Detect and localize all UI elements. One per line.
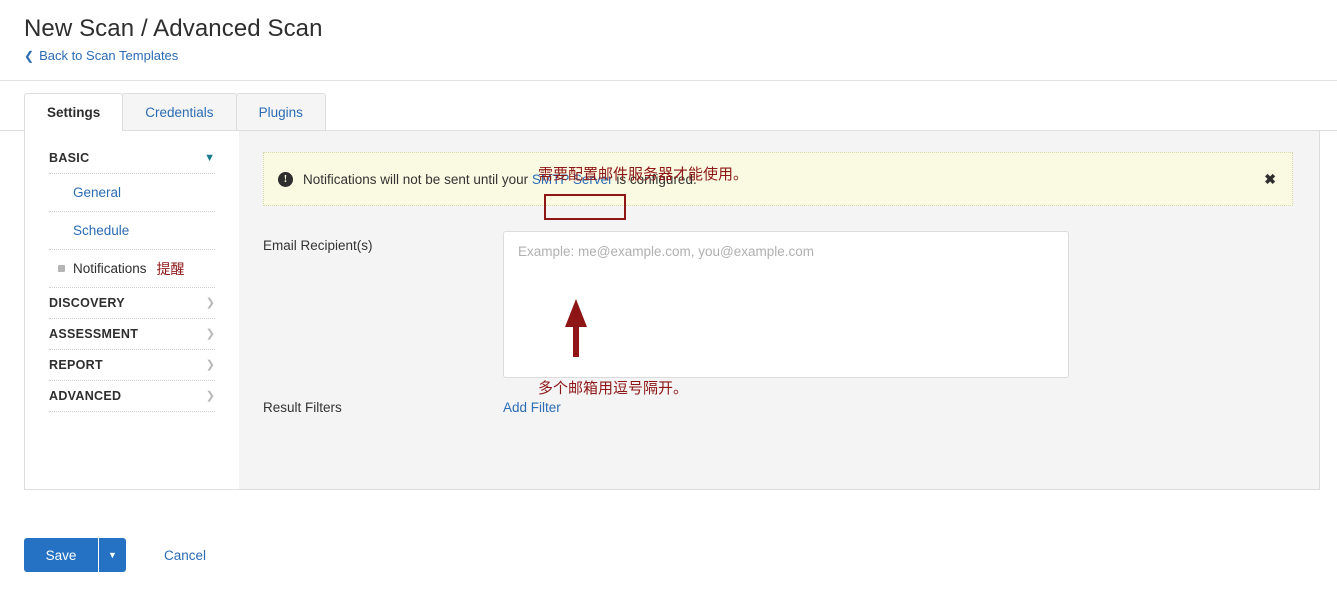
tab-credentials[interactable]: Credentials — [122, 93, 237, 131]
sidebar-group-report-label: REPORT — [49, 358, 103, 372]
page-header: New Scan / Advanced Scan ❮ Back to Scan … — [0, 0, 1337, 63]
sidebar-group-discovery-label: DISCOVERY — [49, 296, 125, 310]
sidebar-item-notifications[interactable]: Notifications 提醒 — [49, 250, 215, 287]
caret-down-icon: ▼ — [108, 550, 117, 560]
sidebar-group-advanced-label: ADVANCED — [49, 389, 122, 403]
tab-bar: Settings Credentials Plugins — [24, 93, 326, 131]
chevron-down-icon: ▼ — [204, 151, 215, 164]
exclamation-circle-icon: ! — [278, 171, 293, 187]
result-filters-label: Result Filters — [263, 400, 342, 415]
annotation-email-note: 多个邮箱用逗号隔开。 — [538, 379, 689, 397]
chevron-right-icon: ❯ — [205, 327, 215, 340]
sidebar-item-general[interactable]: General — [49, 174, 215, 211]
annotation-smtp-note: 需要配置邮件服务器才能使用。 — [538, 165, 749, 183]
up-arrow-icon — [565, 299, 587, 357]
sidebar-group-basic-label: BASIC — [49, 151, 90, 165]
back-link-label: Back to Scan Templates — [39, 48, 179, 63]
sidebar-item-schedule[interactable]: Schedule — [49, 212, 215, 249]
header-divider — [0, 80, 1337, 81]
close-icon[interactable]: ✖ — [1264, 172, 1276, 186]
settings-panel: BASIC ▼ General Schedule Notifications 提… — [24, 131, 1320, 490]
chevron-right-icon: ❯ — [205, 296, 215, 309]
smtp-notice-banner: ! Notifications will not be sent until y… — [263, 152, 1293, 206]
sidebar-group-assessment-label: ASSESSMENT — [49, 327, 139, 341]
notifications-settings-content: ! Notifications will not be sent until y… — [239, 131, 1319, 489]
save-button[interactable]: Save — [24, 538, 98, 572]
back-to-scan-templates-link[interactable]: ❮ Back to Scan Templates — [24, 48, 178, 63]
sidebar-group-advanced[interactable]: ADVANCED ❯ — [49, 381, 215, 411]
chevron-right-icon: ❯ — [205, 389, 215, 402]
email-recipients-placeholder: Example: me@example.com, you@example.com — [518, 244, 815, 259]
sidebar-group-basic[interactable]: BASIC ▼ — [49, 143, 215, 173]
sidebar-item-schedule-label: Schedule — [73, 223, 130, 238]
result-filters-row: Result Filters Add Filter — [263, 400, 1293, 415]
add-filter-link[interactable]: Add Filter — [503, 400, 561, 415]
sidebar-item-notifications-label: Notifications — [73, 261, 147, 276]
sidebar-group-discovery[interactable]: DISCOVERY ❯ — [49, 288, 215, 318]
email-recipients-row: Email Recipient(s) Example: me@example.c… — [263, 231, 1293, 378]
form-actions: Save ▼ Cancel — [24, 538, 206, 572]
bullet-icon — [58, 265, 65, 272]
cancel-button[interactable]: Cancel — [164, 548, 206, 563]
sidebar-group-assessment[interactable]: ASSESSMENT ❯ — [49, 319, 215, 349]
tab-plugins[interactable]: Plugins — [235, 93, 326, 131]
settings-sidebar: BASIC ▼ General Schedule Notifications 提… — [25, 131, 239, 489]
chevron-left-icon: ❮ — [24, 48, 35, 63]
sidebar-divider — [49, 411, 215, 412]
annotation-notifications: 提醒 — [156, 261, 185, 278]
sidebar-group-report[interactable]: REPORT ❯ — [49, 350, 215, 380]
sidebar-item-general-label: General — [73, 185, 122, 200]
page-title: New Scan / Advanced Scan — [24, 15, 323, 42]
chevron-right-icon: ❯ — [205, 358, 215, 371]
smtp-notice-text-before: Notifications will not be sent until you… — [303, 171, 532, 187]
active-tab-connector — [25, 130, 119, 132]
annotation-smtp-link-highlight — [544, 194, 626, 220]
save-dropdown-button[interactable]: ▼ — [98, 538, 126, 572]
annotation-up-arrow — [564, 299, 588, 361]
tab-settings[interactable]: Settings — [24, 93, 124, 131]
email-recipients-label: Email Recipient(s) — [263, 238, 373, 253]
